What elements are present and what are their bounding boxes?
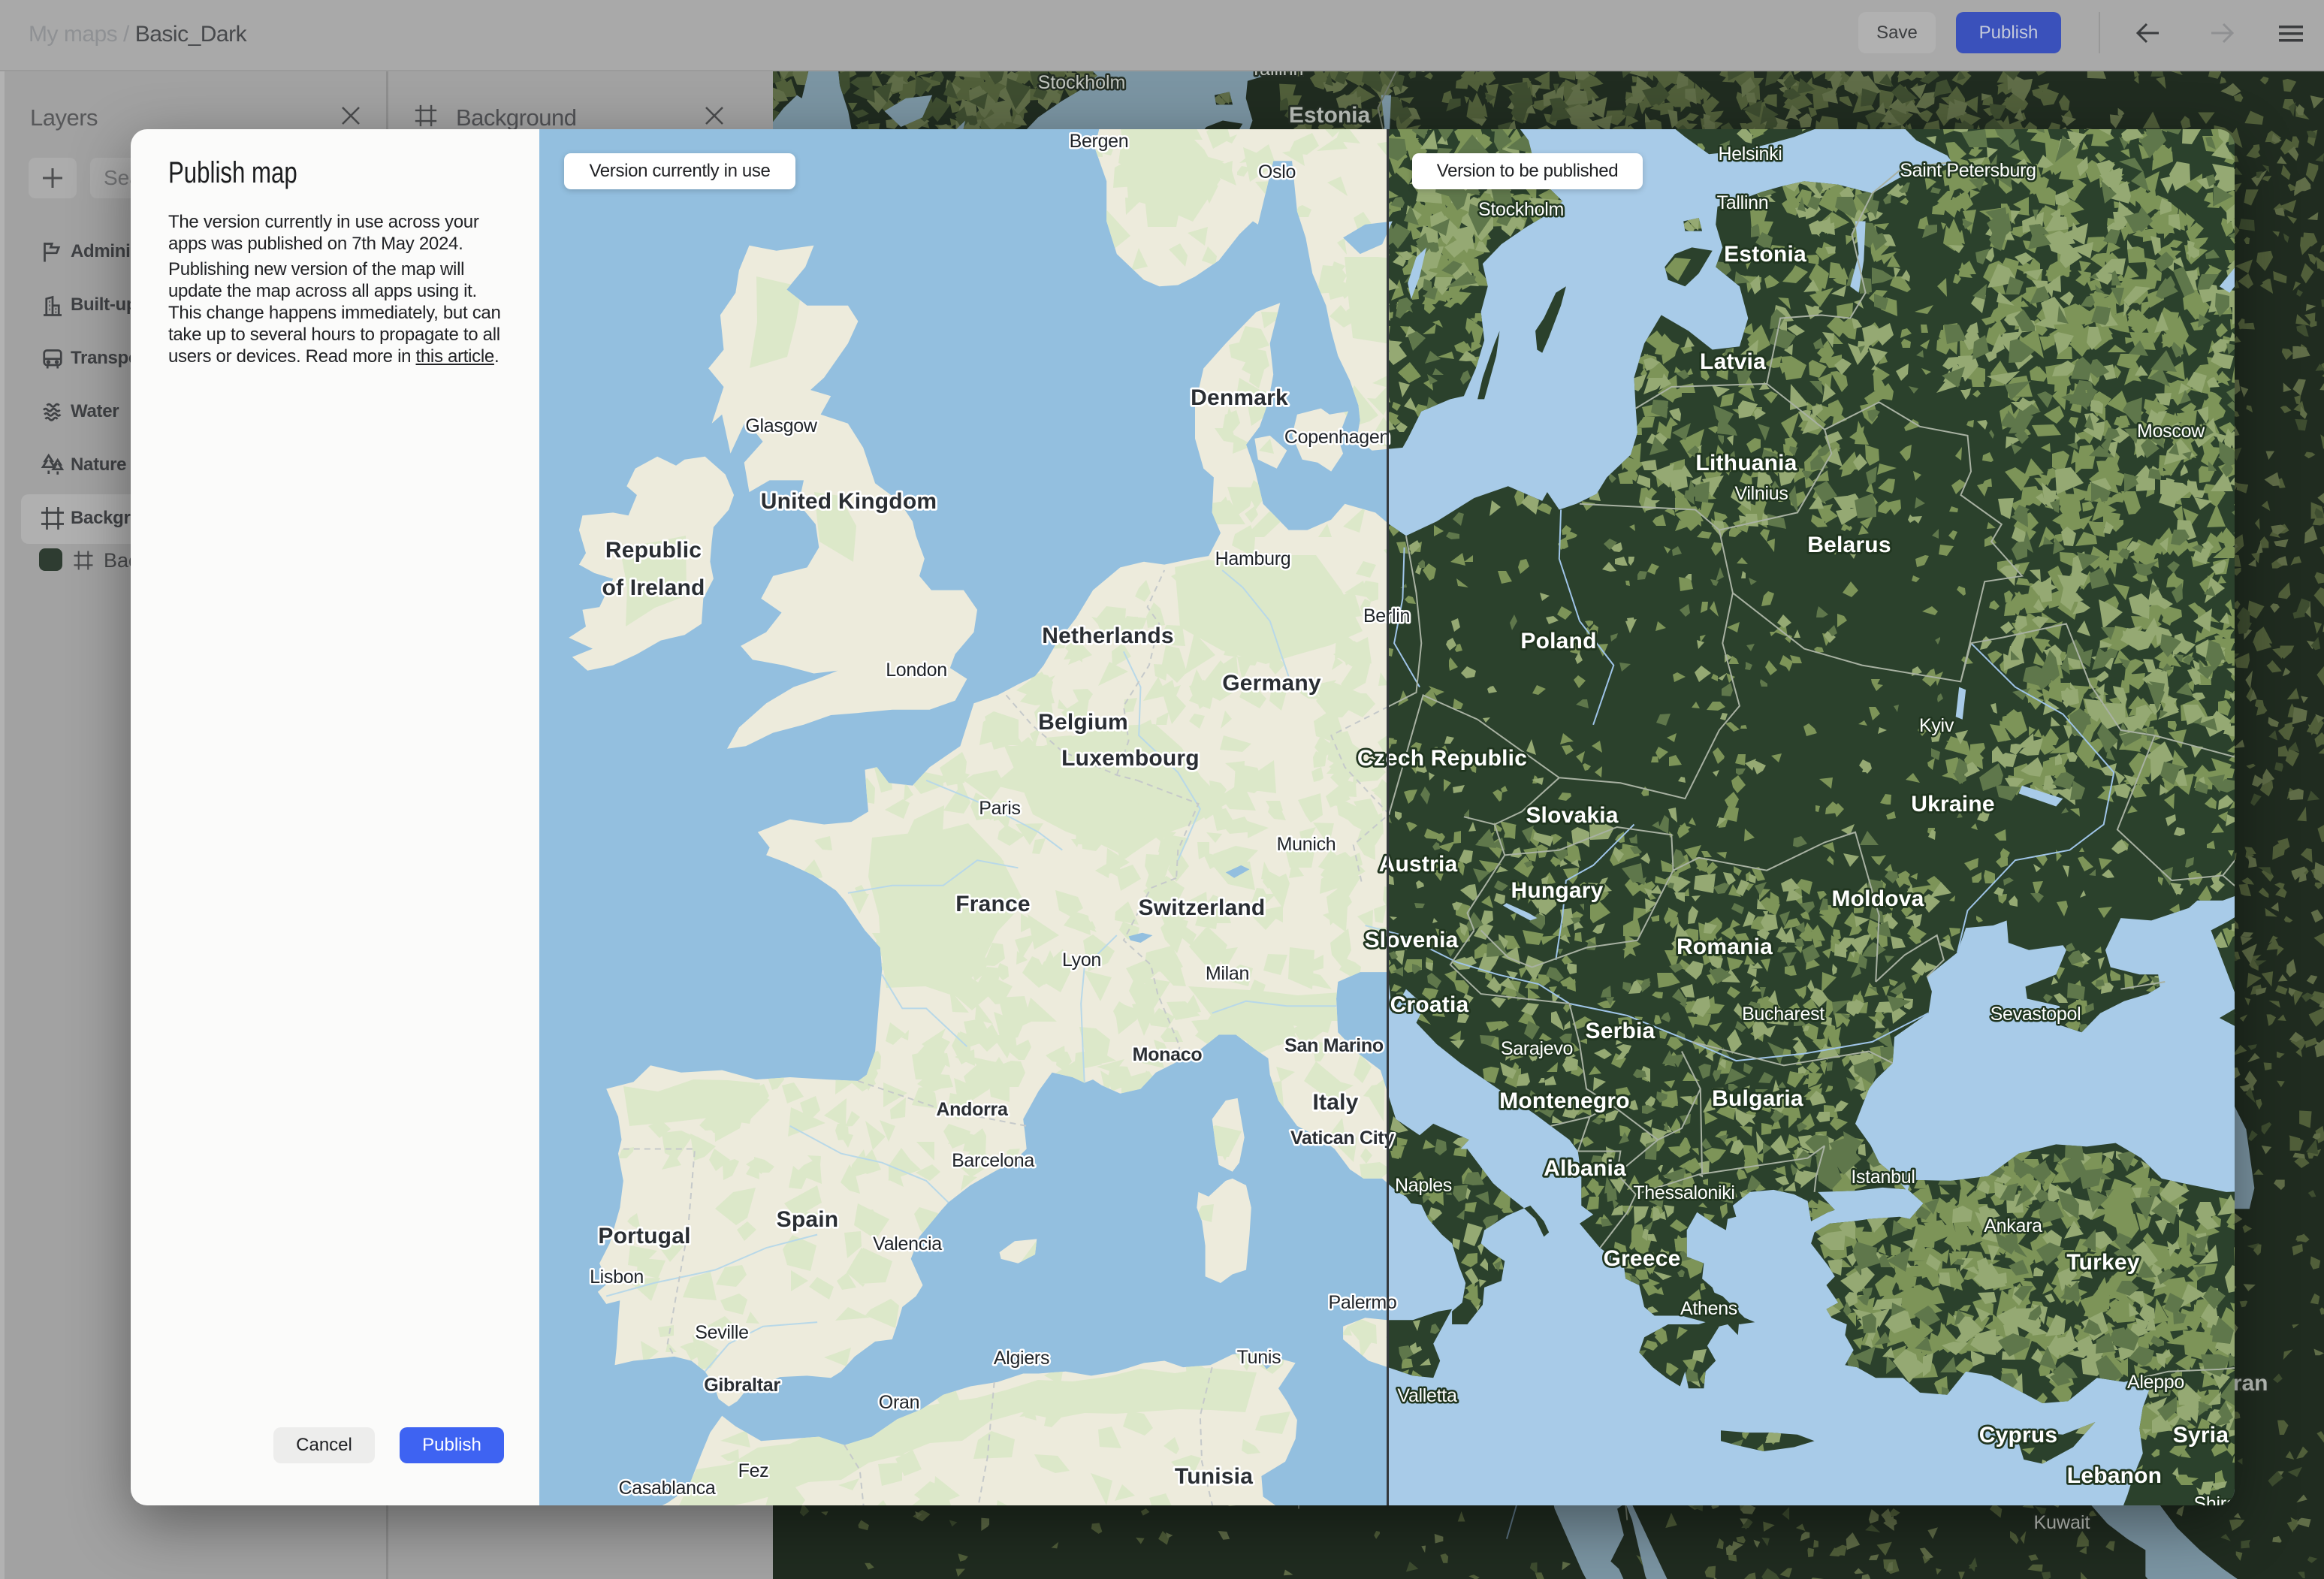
svg-text:Saint Petersburg: Saint Petersburg <box>1900 160 2036 181</box>
svg-text:Kyiv: Kyiv <box>1919 715 1954 736</box>
svg-text:Kuwait: Kuwait <box>2033 1512 2090 1533</box>
svg-text:Casablanca: Casablanca <box>618 1478 715 1499</box>
svg-text:Slovakia: Slovakia <box>1526 803 1618 828</box>
svg-text:Gibraltar: Gibraltar <box>704 1375 780 1396</box>
svg-text:Croatia: Croatia <box>1390 992 1469 1017</box>
svg-text:Ankara: Ankara <box>1984 1215 2042 1236</box>
svg-text:Thessaloniki: Thessaloniki <box>1633 1182 1734 1203</box>
svg-text:Munich: Munich <box>1277 834 1336 855</box>
svg-text:Austria: Austria <box>1379 852 1458 877</box>
svg-text:Belarus: Belarus <box>1807 533 1891 557</box>
svg-text:Lebanon: Lebanon <box>2067 1463 2162 1488</box>
svg-text:Switzerland: Switzerland <box>1139 895 1266 920</box>
svg-text:Germany: Germany <box>1222 671 1321 696</box>
svg-text:Slovenia: Slovenia <box>1365 928 1459 953</box>
svg-text:Valencia: Valencia <box>873 1233 942 1254</box>
svg-text:United Kingdom: United Kingdom <box>761 489 937 514</box>
svg-text:Stockholm: Stockholm <box>1478 199 1564 220</box>
svg-text:Czech Republic: Czech Republic <box>1357 746 1527 771</box>
svg-text:Serbia: Serbia <box>1586 1019 1655 1043</box>
svg-text:Republic: Republic <box>605 538 702 563</box>
svg-text:Ukraine: Ukraine <box>1911 792 1994 817</box>
svg-text:Tallinn: Tallinn <box>1251 71 1304 80</box>
svg-text:Lisbon: Lisbon <box>590 1267 644 1288</box>
svg-text:Cyprus: Cyprus <box>1979 1423 2058 1448</box>
svg-text:Denmark: Denmark <box>1191 385 1288 410</box>
svg-text:Tunis: Tunis <box>1237 1347 1281 1368</box>
svg-text:of Ireland: of Ireland <box>602 575 705 600</box>
svg-text:Netherlands: Netherlands <box>1042 623 1174 648</box>
svg-text:Luxembourg: Luxembourg <box>1061 746 1200 771</box>
svg-text:Hamburg: Hamburg <box>1215 548 1291 569</box>
svg-text:Fez: Fez <box>738 1460 769 1481</box>
svg-text:Milan: Milan <box>1206 963 1249 984</box>
svg-text:Montenegro: Montenegro <box>1499 1088 1630 1113</box>
svg-text:Estonia: Estonia <box>1724 242 1806 267</box>
svg-text:Estonia: Estonia <box>1289 103 1371 128</box>
svg-text:Algiers: Algiers <box>994 1348 1049 1369</box>
svg-text:Istanbul: Istanbul <box>1851 1167 1915 1188</box>
svg-text:Vilnius: Vilnius <box>1734 483 1788 504</box>
svg-text:Valletta: Valletta <box>1397 1385 1457 1406</box>
svg-text:Moscow: Moscow <box>2137 421 2205 442</box>
svg-text:Andorra: Andorra <box>936 1099 1009 1120</box>
svg-text:Tunisia: Tunisia <box>1175 1464 1253 1489</box>
svg-text:France: France <box>955 892 1031 916</box>
svg-text:Bucharest: Bucharest <box>1742 1004 1824 1025</box>
svg-text:Poland: Poland <box>1520 629 1596 654</box>
svg-text:Albania: Albania <box>1544 1156 1626 1181</box>
svg-text:Vatican City: Vatican City <box>1290 1128 1395 1149</box>
svg-text:Seville: Seville <box>695 1322 749 1343</box>
svg-text:Lyon: Lyon <box>1062 950 1101 971</box>
svg-text:Tallinn: Tallinn <box>1717 192 1769 213</box>
svg-text:Hungary: Hungary <box>1511 878 1603 903</box>
svg-text:Helsinki: Helsinki <box>1718 143 1782 165</box>
svg-text:Spain: Spain <box>777 1207 839 1232</box>
svg-text:Shiraz: Shiraz <box>2193 1493 2235 1505</box>
svg-text:Sevastopol: Sevastopol <box>1990 1004 2081 1025</box>
svg-text:Copenhagen: Copenhagen <box>1284 427 1390 448</box>
svg-text:Bulgaria: Bulgaria <box>1712 1086 1803 1111</box>
svg-text:Glasgow: Glasgow <box>745 415 817 436</box>
svg-text:Monaco: Monaco <box>1133 1044 1203 1065</box>
svg-text:Bergen: Bergen <box>1070 131 1129 152</box>
svg-text:Moldova: Moldova <box>1831 886 1924 911</box>
svg-text:Lithuania: Lithuania <box>1695 451 1797 476</box>
svg-text:Greece: Greece <box>1604 1246 1681 1271</box>
svg-text:Sarajevo: Sarajevo <box>1501 1038 1573 1059</box>
svg-text:San Marino: San Marino <box>1284 1035 1384 1056</box>
svg-text:Portugal: Portugal <box>598 1224 690 1248</box>
svg-text:Stockholm: Stockholm <box>1038 72 1126 93</box>
svg-text:Oran: Oran <box>879 1392 919 1413</box>
svg-text:Athens: Athens <box>1680 1298 1737 1319</box>
svg-text:Aleppo: Aleppo <box>2127 1372 2184 1393</box>
svg-text:Romania: Romania <box>1677 934 1773 959</box>
svg-text:Naples: Naples <box>1395 1175 1452 1196</box>
svg-text:Belgium: Belgium <box>1038 710 1128 735</box>
svg-text:Latvia: Latvia <box>1700 349 1766 374</box>
svg-text:Italy: Italy <box>1312 1090 1358 1115</box>
svg-text:Barcelona: Barcelona <box>952 1150 1034 1171</box>
svg-text:Turkey: Turkey <box>2066 1250 2139 1275</box>
svg-text:Paris: Paris <box>979 798 1020 819</box>
svg-text:London: London <box>886 660 947 681</box>
svg-text:Syria: Syria <box>2173 1423 2229 1448</box>
svg-text:Oslo: Oslo <box>1258 162 1296 183</box>
